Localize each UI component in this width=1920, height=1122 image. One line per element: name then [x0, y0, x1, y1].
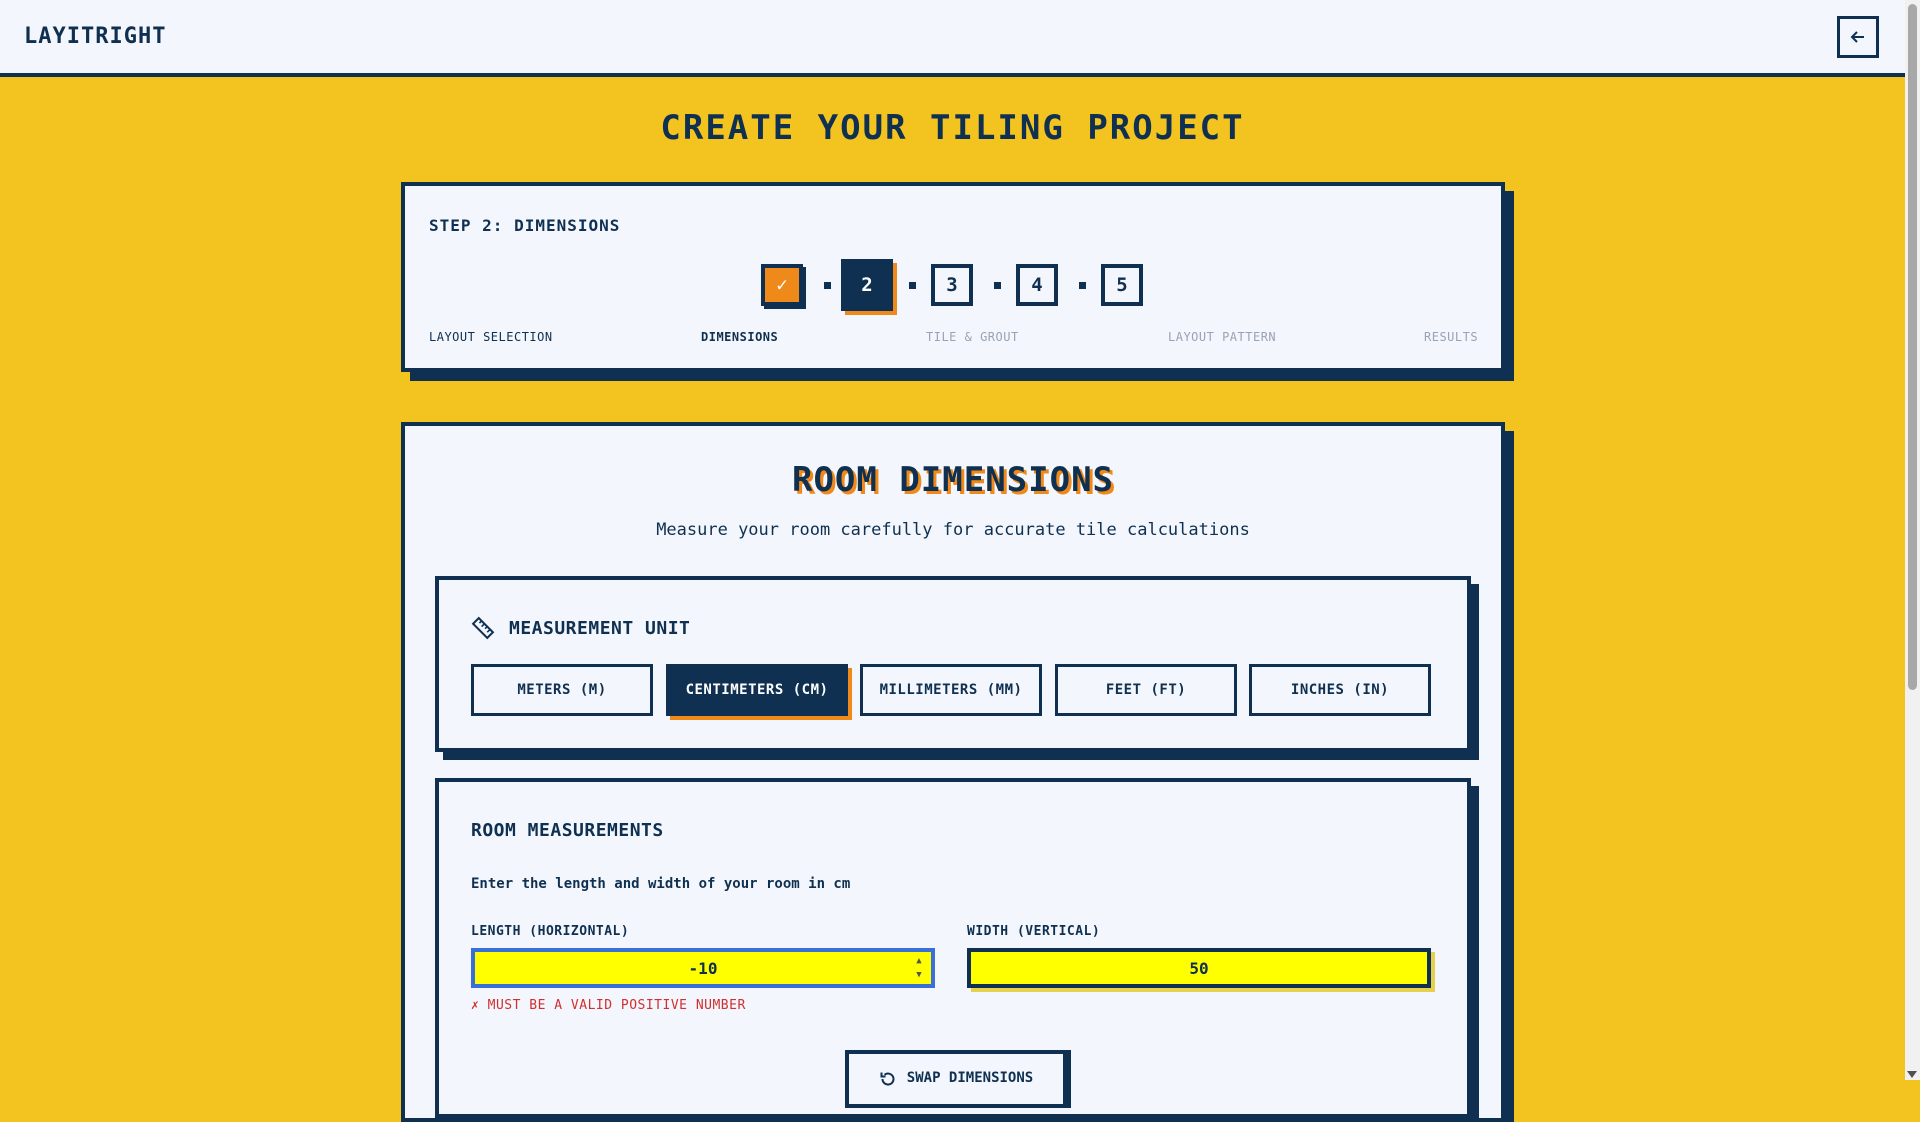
step-connector: [994, 282, 1001, 289]
rotate-icon: [880, 1072, 895, 1086]
width-input[interactable]: [967, 948, 1431, 988]
step-name-dimensions: DIMENSIONS: [701, 330, 779, 344]
scroll-down-arrow[interactable]: [1907, 1071, 1917, 1078]
swap-dimensions-button[interactable]: SWAP DIMENSIONS: [845, 1050, 1067, 1108]
unit-centimeters-button[interactable]: CENTIMETERS (CM): [666, 664, 848, 716]
current-step-label: STEP 2: DIMENSIONS: [429, 216, 621, 235]
step-connector: [1079, 282, 1086, 289]
room-dimensions-subtitle: Measure your room carefully for accurate…: [656, 520, 1250, 540]
step-5[interactable]: 5: [1101, 264, 1143, 306]
swap-dimensions-label: SWAP DIMENSIONS: [906, 1070, 1034, 1086]
room-dimensions-title: ROOM DIMENSIONS: [791, 460, 1115, 500]
step-1-complete[interactable]: ✓: [761, 264, 803, 306]
width-label: WIDTH (VERTICAL): [967, 924, 1101, 939]
step-2-current[interactable]: 2: [841, 259, 893, 311]
brand-logo[interactable]: LAYITRIGHT: [24, 24, 166, 49]
step-connector: [824, 282, 831, 289]
decrement-icon[interactable]: ▼: [916, 970, 921, 980]
stepper-card: STEP 2: DIMENSIONS ✓ 2 3 4 5 LAYOUT SELE…: [401, 182, 1505, 372]
step-name-results: RESULTS: [1424, 330, 1479, 344]
length-error-message: ✗ MUST BE A VALID POSITIVE NUMBER: [471, 998, 746, 1013]
back-button[interactable]: [1837, 16, 1879, 58]
measurement-unit-label: MEASUREMENT UNIT: [509, 617, 691, 639]
step-name-tile-grout: TILE & GROUT: [926, 330, 1019, 344]
scrollbar[interactable]: [1905, 0, 1920, 1080]
page-title: CREATE YOUR TILING PROJECT: [660, 108, 1245, 148]
step-name-layout-pattern: LAYOUT PATTERN: [1168, 330, 1277, 344]
unit-feet-button[interactable]: FEET (FT): [1055, 664, 1237, 716]
step-4[interactable]: 4: [1016, 264, 1058, 306]
scrollbar-thumb[interactable]: [1908, 4, 1917, 690]
ruler-icon: [471, 616, 495, 640]
arrow-left-icon: [1850, 31, 1864, 43]
room-measurements-heading: ROOM MEASUREMENTS: [471, 820, 664, 841]
unit-inches-button[interactable]: INCHES (IN): [1249, 664, 1431, 716]
room-measurements-description: Enter the length and width of your room …: [471, 876, 851, 892]
measurement-unit-panel: MEASUREMENT UNIT METERS (M) CENTIMETERS …: [435, 576, 1471, 752]
room-dimensions-card: ROOM DIMENSIONS Measure your room carefu…: [401, 422, 1505, 1122]
top-bar: LAYITRIGHT: [0, 0, 1905, 77]
increment-icon[interactable]: ▲: [916, 956, 921, 966]
step-3[interactable]: 3: [931, 264, 973, 306]
unit-millimeters-button[interactable]: MILLIMETERS (MM): [860, 664, 1042, 716]
unit-meters-button[interactable]: METERS (M): [471, 664, 653, 716]
step-connector: [909, 282, 916, 289]
length-stepper[interactable]: ▲ ▼: [913, 956, 925, 980]
room-measurements-panel: ROOM MEASUREMENTS Enter the length and w…: [435, 778, 1471, 1118]
length-label: LENGTH (HORIZONTAL): [471, 924, 630, 939]
length-input[interactable]: [471, 948, 935, 988]
measurement-unit-heading: MEASUREMENT UNIT: [471, 616, 690, 640]
step-name-layout-selection: LAYOUT SELECTION: [429, 330, 553, 344]
